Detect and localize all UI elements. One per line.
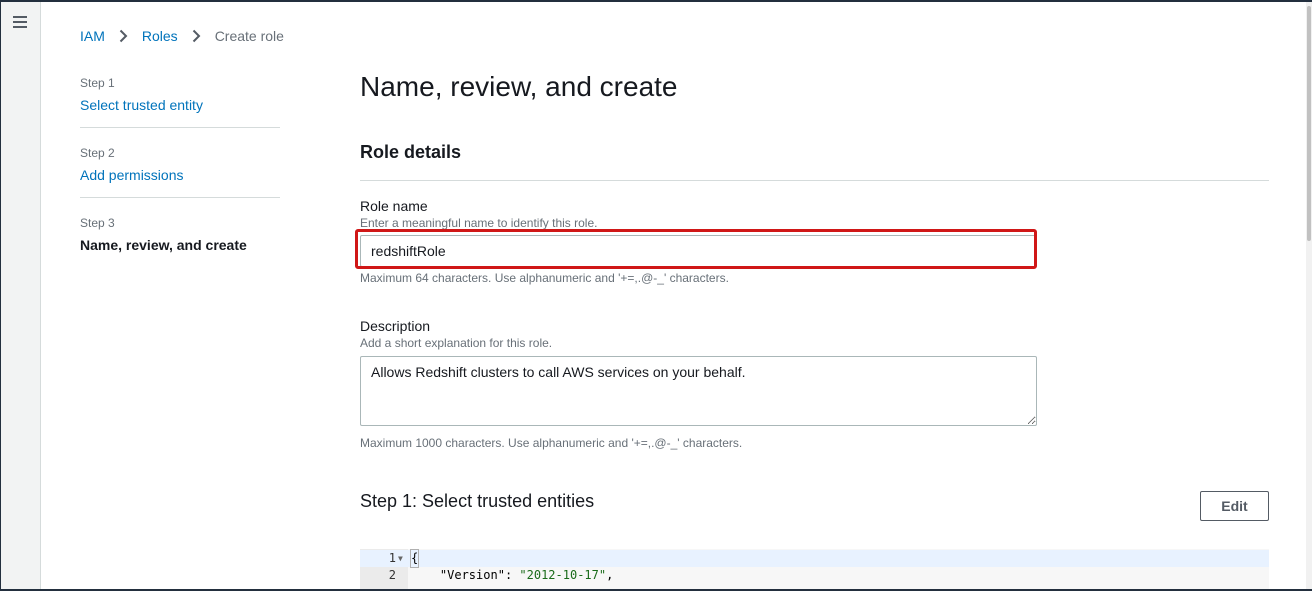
top-frame xyxy=(0,0,1312,2)
role-name-label: Role name xyxy=(360,198,428,214)
json-key: "Version" xyxy=(439,568,505,582)
wizard-step-3: Step 3 Name, review, and create xyxy=(80,212,280,267)
trusted-entities-title: Step 1: Select trusted entities xyxy=(360,491,595,511)
code-line: 1 ▼ { xyxy=(360,549,1269,568)
description-label: Description xyxy=(360,318,431,334)
breadcrumb-current: Create role xyxy=(214,28,284,44)
code-text: "Version": "2012-10-17", xyxy=(439,568,614,582)
role-name-hint: Enter a meaningful name to identify this… xyxy=(360,216,598,230)
step-number: Step 2 xyxy=(80,146,115,160)
line-number: 1 xyxy=(388,551,396,565)
menu-icon[interactable] xyxy=(13,16,27,28)
wizard-steps: Step 1 Select trusted entity Step 2 Add … xyxy=(80,72,280,281)
json-value: "2012-10-17" xyxy=(519,568,607,582)
line-number: 2 xyxy=(388,568,396,582)
step-link-select-trusted-entity[interactable]: Select trusted entity xyxy=(80,96,280,114)
trust-policy-editor[interactable]: 1 ▼ { 2 "Version": "2012-10-17", xyxy=(360,549,1269,589)
breadcrumb-iam[interactable]: IAM xyxy=(80,28,105,44)
step-number: Step 1 xyxy=(80,76,115,90)
description-hint: Add a short explanation for this role. xyxy=(360,336,553,350)
step-current-name-review-create: Name, review, and create xyxy=(80,237,247,253)
role-name-constraint: Maximum 64 characters. Use alphanumeric … xyxy=(360,271,729,285)
breadcrumb: IAM Roles Create role xyxy=(80,28,284,44)
code-text: { xyxy=(409,549,420,568)
section-divider xyxy=(360,180,1269,181)
description-constraint: Maximum 1000 characters. Use alphanumeri… xyxy=(360,436,743,450)
chevron-right-icon xyxy=(119,29,128,43)
code-line: 2 "Version": "2012-10-17", xyxy=(360,567,1269,584)
chevron-right-icon xyxy=(192,29,201,43)
breadcrumb-roles[interactable]: Roles xyxy=(142,28,178,44)
wizard-step-1: Step 1 Select trusted entity xyxy=(80,72,280,128)
page-title: Name, review, and create xyxy=(360,71,678,102)
highlight-annotation xyxy=(355,229,1037,269)
section-title-role-details: Role details xyxy=(360,142,462,162)
wizard-step-2: Step 2 Add permissions xyxy=(80,142,280,198)
fold-arrow-icon[interactable]: ▼ xyxy=(398,550,403,567)
description-textarea[interactable]: Allows Redshift clusters to call AWS ser… xyxy=(360,356,1037,426)
navigation-rail xyxy=(1,2,41,589)
step-link-add-permissions[interactable]: Add permissions xyxy=(80,166,280,184)
scrollbar-thumb[interactable] xyxy=(1307,6,1311,241)
step-number: Step 3 xyxy=(80,216,115,230)
page-scrollbar[interactable] xyxy=(1306,2,1312,589)
edit-trusted-entities-button[interactable]: Edit xyxy=(1200,491,1269,521)
